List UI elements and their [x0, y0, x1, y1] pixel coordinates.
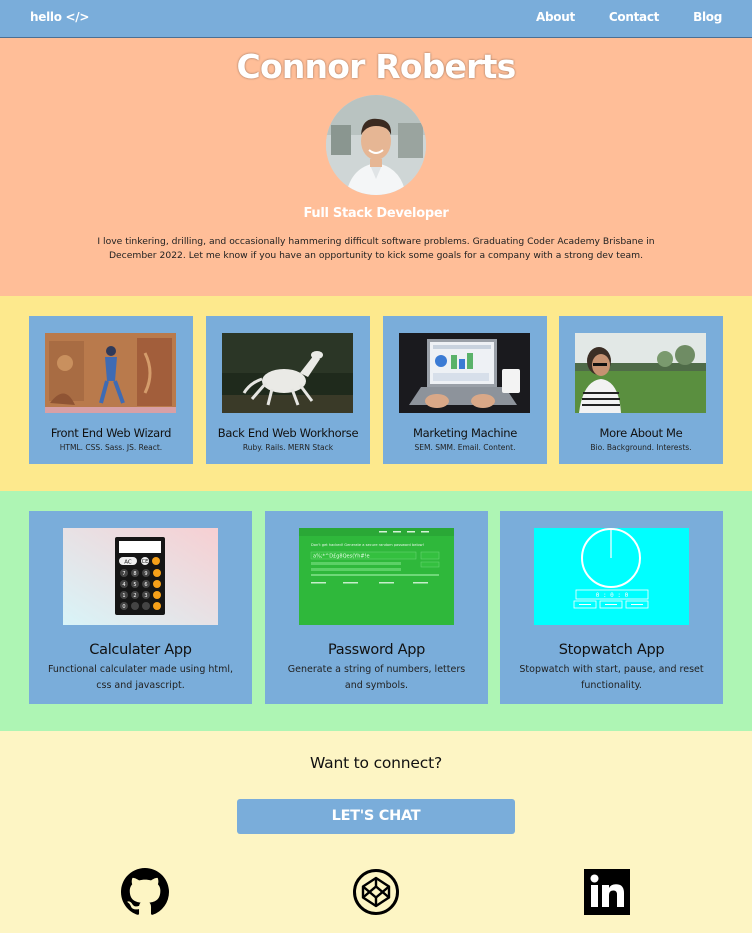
svg-text:4: 4	[122, 582, 125, 588]
service-title: Marketing Machine	[412, 426, 517, 440]
project-description: Stopwatch with start, pause, and reset f…	[519, 664, 704, 691]
connect-heading: Want to connect?	[310, 754, 442, 772]
connect-section: Want to connect? LET'S CHAT	[0, 731, 752, 933]
service-card-about-me[interactable]: More About Me Bio. Background. Interests…	[559, 316, 723, 464]
generated-password: a%;*^D£g8Qes(Yh#!e	[313, 554, 370, 560]
github-icon[interactable]	[121, 868, 169, 916]
nav-link-contact[interactable]: Contact	[609, 10, 659, 24]
avatar	[326, 95, 426, 195]
stopwatch-time: 0 : 0 : 0	[596, 592, 629, 599]
service-card-back-end[interactable]: Back End Web Workhorse Ruby. Rails. MERN…	[206, 316, 370, 464]
role-subtitle: Full Stack Developer	[303, 206, 449, 221]
page-title: Connor Roberts	[236, 47, 517, 86]
svg-text:7: 7	[122, 571, 125, 577]
service-card-marketing[interactable]: Marketing Machine SEM. SMM. Email. Conte…	[383, 316, 547, 464]
project-card-stopwatch[interactable]: 0 : 0 : 0 Stopwatch App Stopwatch with s…	[500, 511, 723, 704]
nav-link-blog[interactable]: Blog	[693, 10, 722, 24]
svg-text:8: 8	[133, 571, 136, 577]
svg-text:3: 3	[144, 593, 147, 599]
avatar-image	[326, 95, 426, 195]
calc-ce-key: CE	[142, 559, 149, 565]
project-screenshot: AC CE 7 8 9 4 5 6 1 2 3 0	[63, 528, 218, 625]
hero-section: Connor Roberts Full Stack Developer I lo…	[0, 38, 752, 296]
linkedin-icon[interactable]	[583, 868, 631, 916]
project-card-calculator[interactable]: AC CE 7 8 9 4 5 6 1 2 3 0 Calculater App…	[29, 511, 252, 704]
project-screenshot: Don't get hacked! Generate a secure rand…	[299, 528, 454, 625]
service-card-front-end[interactable]: Front End Web Wizard HTML. CSS. Sass. JS…	[29, 316, 193, 464]
nav-link-about[interactable]: About	[536, 10, 575, 24]
svg-text:5: 5	[133, 582, 136, 588]
service-image	[575, 333, 706, 413]
svg-text:1: 1	[122, 593, 125, 599]
site-logo[interactable]: hello </>	[30, 10, 89, 24]
service-image	[399, 333, 530, 413]
project-screenshot: 0 : 0 : 0	[534, 528, 689, 625]
service-title: Back End Web Workhorse	[217, 426, 359, 440]
svg-text:6: 6	[144, 582, 147, 588]
projects-section: AC CE 7 8 9 4 5 6 1 2 3 0 Calculater App…	[0, 491, 752, 731]
lets-chat-button[interactable]: LET'S CHAT	[237, 799, 515, 834]
project-title: Stopwatch App	[558, 642, 665, 658]
svg-text:2: 2	[133, 593, 136, 599]
services-section: Front End Web Wizard HTML. CSS. Sass. JS…	[0, 296, 752, 491]
nav-links: About Contact Blog	[502, 10, 722, 24]
password-heading: Don't get hacked! Generate a secure rand…	[311, 543, 424, 547]
service-title: More About Me	[599, 426, 683, 440]
service-subtitle: Bio. Background. Interests.	[590, 443, 692, 452]
service-image	[222, 333, 353, 413]
project-description: Generate a string of numbers, letters an…	[287, 664, 466, 691]
svg-text:0: 0	[122, 604, 125, 610]
codepen-icon[interactable]	[352, 868, 400, 916]
calc-ac-key: AC	[124, 560, 132, 566]
project-title: Password App	[327, 642, 426, 658]
project-description: Functional calculater made using html, c…	[47, 664, 234, 691]
service-image	[45, 333, 176, 413]
project-card-password[interactable]: Don't get hacked! Generate a secure rand…	[265, 511, 488, 704]
service-title: Front End Web Wizard	[50, 426, 172, 440]
service-subtitle: Ruby. Rails. MERN Stack	[242, 443, 334, 452]
top-navbar: hello </> About Contact Blog	[0, 0, 752, 38]
bio-text: I love tinkering, drilling, and occasion…	[97, 236, 655, 261]
svg-text:9: 9	[144, 571, 147, 577]
project-title: Calculater App	[89, 642, 192, 658]
service-subtitle: HTML. CSS. Sass. JS. React.	[59, 443, 163, 452]
service-subtitle: SEM. SMM. Email. Content.	[414, 443, 516, 452]
